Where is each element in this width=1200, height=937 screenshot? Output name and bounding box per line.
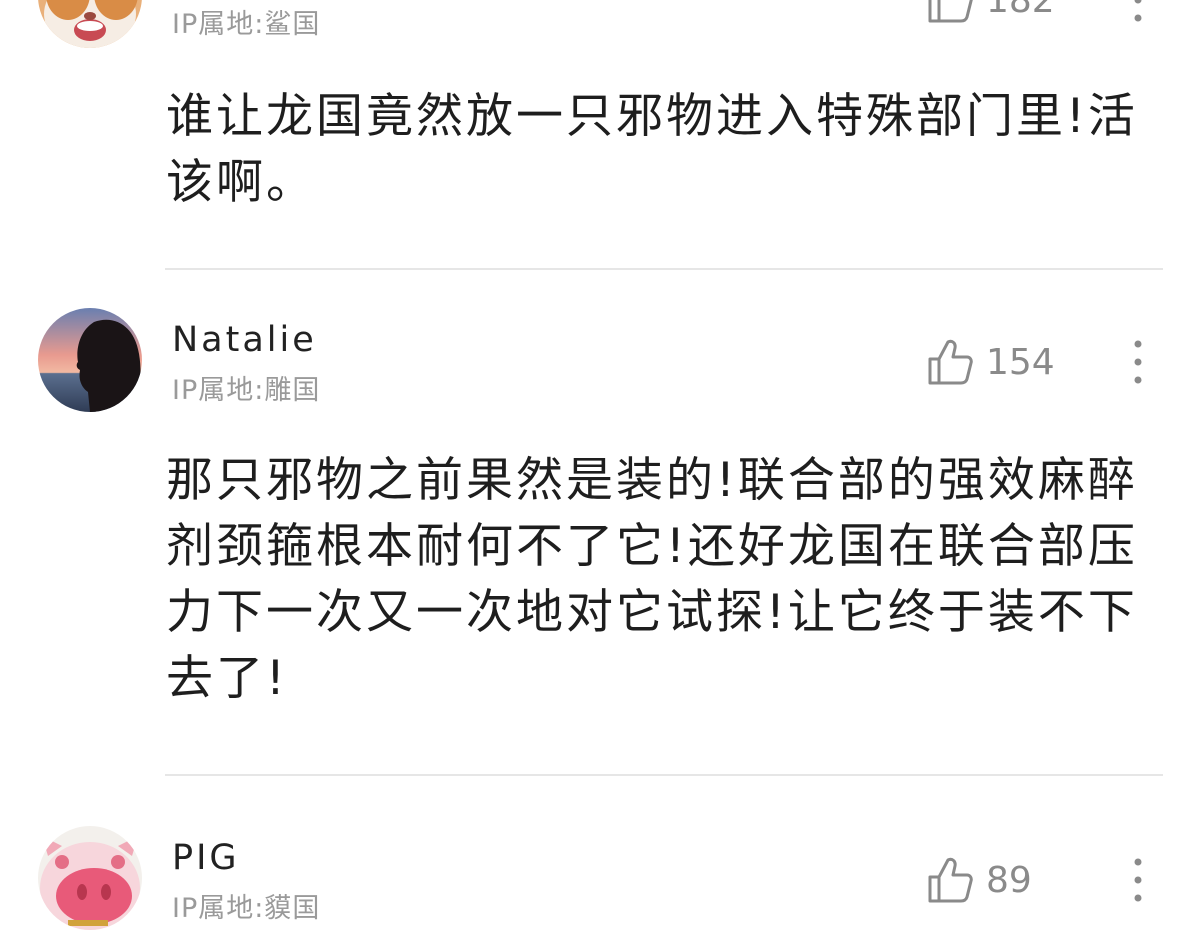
thumbs-up-icon <box>928 339 973 385</box>
username[interactable]: Natalie <box>172 320 317 360</box>
comment-body: 谁让龙国竟然放一只邪物进入特殊部门里!活该啊。 <box>166 89 1138 210</box>
comment-body: 那只邪物之前果然是装的!联合部的强效麻醉剂颈箍根本耐何不了它!还好龙国在联合部压… <box>166 453 1138 706</box>
comment-list: IP属地:鲨国 182 谁让龙国竟然放一只邪物进入特殊部门里!活该啊。 Nata… <box>0 0 1200 937</box>
ip-location: IP属地:貘国 <box>172 893 321 924</box>
more-vertical-icon <box>1134 340 1142 384</box>
username[interactable]: PIG <box>172 838 240 878</box>
like-button[interactable]: 154 <box>926 336 1055 388</box>
like-button[interactable]: 182 <box>926 0 1055 26</box>
more-vertical-icon <box>1134 858 1142 902</box>
more-options-button[interactable] <box>1118 336 1158 388</box>
thumbs-up-icon <box>928 857 973 903</box>
divider <box>165 268 1163 270</box>
like-count: 182 <box>986 0 1055 21</box>
thumbs-up-icon <box>928 0 973 23</box>
more-vertical-icon <box>1134 0 1142 22</box>
ip-location: IP属地:雕国 <box>172 375 321 406</box>
more-options-button[interactable] <box>1118 854 1158 906</box>
pig-avatar-icon[interactable] <box>38 826 142 930</box>
divider <box>165 774 1163 776</box>
like-button[interactable]: 89 <box>926 854 1032 906</box>
more-options-button[interactable] <box>1118 0 1158 26</box>
sunset-silhouette-avatar-icon[interactable] <box>38 308 142 412</box>
cat-avatar-icon[interactable] <box>38 0 142 48</box>
like-count: 89 <box>986 859 1032 901</box>
ip-location: IP属地:鲨国 <box>172 9 321 40</box>
like-count: 154 <box>986 341 1055 383</box>
